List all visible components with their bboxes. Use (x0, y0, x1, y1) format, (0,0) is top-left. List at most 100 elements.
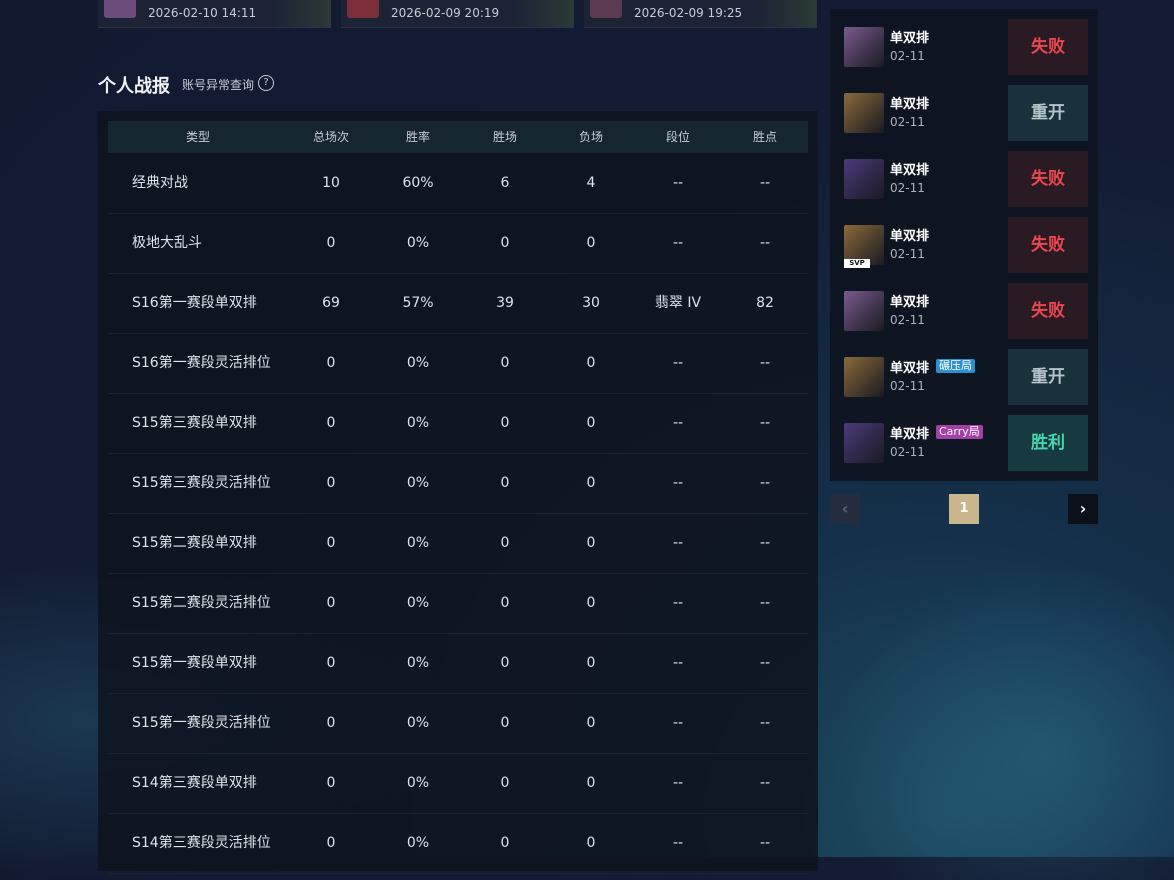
row-type: S16第一赛段单双排 (132, 295, 257, 311)
table-row: S14第三赛段单双排 0 0% 0 0 -- -- (108, 753, 808, 814)
row-win-rate: 0% (406, 595, 430, 611)
table-row: S15第一赛段单双排 0 0% 0 0 -- -- (108, 633, 808, 694)
row-rank: -- (672, 475, 684, 491)
table-row: S16第一赛段灵活排位 0 0% 0 0 -- -- (108, 333, 808, 394)
chevron-left-icon: ‹ (841, 499, 849, 518)
table-row: S15第三赛段单双排 0 0% 0 0 -- -- (108, 393, 808, 454)
game-time: 2026-02-10 14:11 (148, 6, 257, 20)
page-number-current[interactable]: 1 (949, 494, 979, 524)
champion-thumbnail (104, 0, 136, 18)
champion-avatar (844, 93, 884, 133)
recent-game-card[interactable]: 2026-02-09 19:25 (584, 0, 817, 28)
row-total: 0 (326, 595, 336, 611)
row-win-rate: 0% (406, 775, 430, 791)
row-lp: -- (759, 775, 771, 791)
match-list-item[interactable]: 单双排 02-11 胜利 Carry局 (830, 405, 1098, 471)
row-lp: -- (759, 235, 771, 251)
table-row: 经典对战 10 60% 6 4 -- -- (108, 153, 808, 214)
next-page-button[interactable]: › (1068, 494, 1098, 524)
stats-table-header: 类型 总场次 胜率 胜场 负场 段位 胜点 (108, 121, 808, 153)
match-mode: 单双排 (890, 31, 930, 46)
performance-badge: Carry局 (936, 425, 983, 439)
row-win-rate: 0% (406, 415, 430, 431)
stats-panel: 类型 总场次 胜率 胜场 负场 段位 胜点 经典对战 10 60% 6 4 -- -- 极地大乱斗 0 0% 0… (98, 111, 818, 874)
row-lp: -- (759, 475, 771, 491)
row-losses: 0 (586, 235, 596, 251)
row-rank: -- (672, 775, 684, 791)
row-total: 10 (322, 175, 340, 191)
match-date: 02-11 (890, 247, 925, 261)
match-date: 02-11 (890, 49, 925, 63)
match-result: 胜利 (1008, 415, 1088, 471)
match-list-item[interactable]: 单双排 02-11 重开 碾压局 (830, 339, 1098, 405)
row-total: 69 (322, 295, 340, 311)
row-wins: 39 (496, 295, 514, 311)
column-header: 段位 (665, 130, 690, 144)
row-total: 0 (326, 835, 336, 851)
row-total: 0 (326, 775, 336, 791)
match-result: 失败 (1008, 19, 1088, 75)
chevron-right-icon: › (1079, 499, 1087, 518)
row-type: S14第三赛段单双排 (132, 775, 257, 791)
match-list-item[interactable]: 单双排 02-11 失败 (830, 9, 1098, 75)
table-row: S15第三赛段灵活排位 0 0% 0 0 -- -- (108, 453, 808, 514)
match-history-panel: 单双排 02-11 失败 单双排 02-11 重开 单双排 02-11 失败 单… (830, 9, 1098, 481)
row-type: S15第一赛段灵活排位 (132, 715, 271, 731)
row-lp: -- (759, 535, 771, 551)
row-win-rate: 0% (406, 235, 430, 251)
row-losses: 0 (586, 475, 596, 491)
game-time: 2026-02-09 20:19 (391, 6, 500, 20)
prev-page-button[interactable]: ‹ (830, 494, 860, 524)
row-losses: 4 (586, 175, 596, 191)
svp-badge: SVP (844, 259, 870, 268)
column-header: 胜率 (405, 130, 430, 144)
row-wins: 0 (500, 835, 510, 851)
row-wins: 0 (500, 595, 510, 611)
row-rank: 翡翠 IV (654, 295, 702, 311)
match-date: 02-11 (890, 445, 925, 459)
match-list-item[interactable]: 单双排 02-11 失败 (830, 273, 1098, 339)
row-type: 经典对战 (132, 175, 188, 191)
row-wins: 0 (500, 655, 510, 671)
row-wins: 0 (500, 475, 510, 491)
row-rank: -- (672, 415, 684, 431)
column-header: 总场次 (312, 130, 349, 144)
question-circle-icon[interactable]: ? (258, 75, 274, 91)
row-wins: 0 (500, 235, 510, 251)
match-list-item[interactable]: 单双排 02-11 失败 (830, 141, 1098, 207)
table-row: S15第二赛段灵活排位 0 0% 0 0 -- -- (108, 573, 808, 634)
row-losses: 0 (586, 715, 596, 731)
row-lp: 82 (756, 295, 774, 311)
row-type: 极地大乱斗 (132, 235, 202, 251)
champion-avatar (844, 159, 884, 199)
column-header: 负场 (578, 130, 603, 144)
row-total: 0 (326, 535, 336, 551)
row-lp: -- (759, 595, 771, 611)
row-wins: 0 (500, 715, 510, 731)
row-type: S15第一赛段单双排 (132, 655, 257, 671)
match-mode: 单双排 (890, 361, 930, 376)
match-result: 重开 (1008, 85, 1088, 141)
match-list-item[interactable]: 单双排 02-11 重开 (830, 75, 1098, 141)
row-type: S14第三赛段灵活排位 (132, 835, 271, 851)
row-losses: 0 (586, 775, 596, 791)
table-row: 极地大乱斗 0 0% 0 0 -- -- (108, 213, 808, 274)
row-win-rate: 0% (406, 655, 430, 671)
recent-game-card[interactable]: 2026-02-10 14:11 (98, 0, 331, 28)
scene-image (757, 0, 817, 27)
row-type: S15第三赛段灵活排位 (132, 475, 271, 491)
match-date: 02-11 (890, 181, 925, 195)
recent-game-card[interactable]: 2026-02-09 20:19 (341, 0, 574, 28)
row-wins: 0 (500, 415, 510, 431)
match-list-item[interactable]: 单双排 02-11 失败 SVP (830, 207, 1098, 273)
row-total: 0 (326, 715, 336, 731)
account-check-link[interactable]: 账号异常查询 (182, 76, 254, 93)
match-mode: 单双排 (890, 295, 930, 310)
row-total: 0 (326, 355, 336, 371)
row-rank: -- (672, 595, 684, 611)
row-lp: -- (759, 415, 771, 431)
row-wins: 6 (500, 175, 510, 191)
row-rank: -- (672, 235, 684, 251)
row-losses: 30 (582, 295, 600, 311)
row-wins: 0 (500, 775, 510, 791)
